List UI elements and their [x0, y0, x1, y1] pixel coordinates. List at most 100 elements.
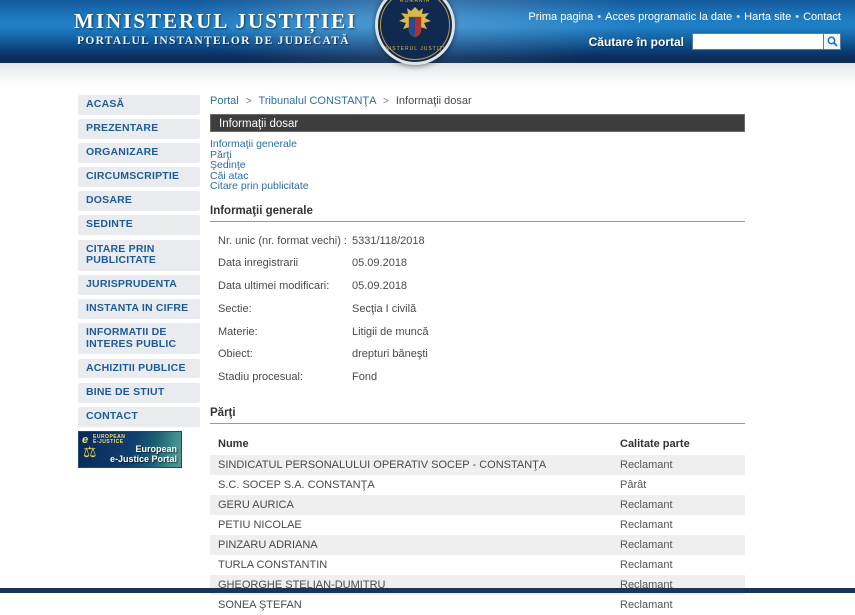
party-role: Reclamant [620, 519, 673, 532]
sidebar-item-bine-de-stiut[interactable]: BINE DE STIUT [78, 383, 200, 403]
nav-separator: • [795, 11, 800, 23]
site-header: MINISTERUL JUSTIȚIEI PORTALUL INSTANȚELO… [0, 0, 855, 65]
coat-of-arms-icon [399, 7, 431, 38]
party-name: S.C. SOCEP S.A. CONSTANŢA [218, 479, 375, 492]
nav-link-harta-site[interactable]: Harta site [744, 11, 791, 23]
party-name: SINDICATUL PERSONALULUI OPERATIV SOCEP -… [218, 459, 547, 472]
nav-separator: • [736, 11, 741, 23]
info-value: Fond [352, 371, 378, 384]
ejustice-logo-text: EUROPEAN E-JUSTICE [93, 434, 126, 446]
info-row-data-inregistrarii: Data inregistrarii 05.09.2018 [210, 257, 745, 280]
party-role: Reclamant [620, 539, 673, 552]
ejustice-caption-line2: e-Justice Portal [109, 453, 177, 464]
seal-bottom-text: MINISTERUL JUSTIȚIEI [377, 46, 453, 52]
breadcrumb-portal[interactable]: Portal [210, 95, 239, 107]
sidebar-item-sedinte[interactable]: SEDINTE [78, 215, 200, 235]
party-role: Reclamant [620, 459, 673, 472]
party-name: SONEA ŞTEFAN [218, 599, 302, 612]
info-row-sectie: Sectie: Secţia I civilă [210, 303, 745, 326]
header-right: Prima pagina • Acces programatic la date • H… [528, 11, 841, 50]
table-row: SINDICATUL PERSONALULUI OPERATIV SOCEP -… [210, 455, 745, 476]
info-row-nr-unic: Nr. unic (nr. format vechi) : 5331/118/2… [210, 235, 745, 258]
link-informatii-generale[interactable]: Informaţii generale [210, 139, 745, 150]
info-row-stadiu: Stadiu procesual: Fond [210, 371, 745, 394]
breadcrumb-current: Informaţii dosar [395, 95, 472, 107]
seal-top-text: ROMANIA [399, 0, 431, 4]
nav-link-acces-programatic[interactable]: Acces programatic la date [605, 11, 732, 23]
party-name: GERU AURICA [218, 499, 294, 512]
breadcrumb: Portal > Tribunalul CONSTANŢA > Informaţ… [210, 95, 745, 110]
info-label: Obiect: [218, 348, 253, 361]
info-value: drepturi băneşti [352, 348, 428, 361]
scales-icon: ⚖ [83, 444, 97, 462]
breadcrumb-separator: > [245, 96, 252, 107]
table-row: SONEA ŞTEFAN Reclamant [210, 595, 745, 615]
sidebar-item-instanta-in-cifre[interactable]: INSTANTA IN CIFRE [78, 299, 200, 319]
table-row: S.C. SOCEP S.A. CONSTANŢA Pârât [210, 475, 745, 495]
info-row-obiect: Obiect: drepturi băneşti [210, 348, 745, 371]
party-role: Reclamant [620, 559, 673, 572]
search-button[interactable] [824, 33, 841, 50]
link-sedinte[interactable]: Şedinţe [210, 160, 745, 171]
general-info-grid: Nr. unic (nr. format vechi) : 5331/118/2… [210, 235, 745, 395]
main-content: Portal > Tribunalul CONSTANŢA > Informaţ… [210, 95, 745, 615]
info-value: 5331/118/2018 [352, 234, 425, 247]
info-value: Secţia I civilă [352, 302, 417, 315]
sidebar-item-informatii-de-interes-public[interactable]: INFORMATII DE INTERES PUBLIC [78, 323, 200, 355]
table-row: PETIU NICOLAE Reclamant [210, 515, 745, 535]
ejustice-portal-banner[interactable]: e EUROPEAN E-JUSTICE ⚖ European e-Justic… [78, 431, 182, 469]
nav-link-prima-pagina[interactable]: Prima pagina [528, 11, 593, 23]
parties-heading: Părţi [210, 407, 745, 425]
general-info-heading: Informaţii generale [210, 205, 745, 222]
party-name: PETIU NICOLAE [218, 519, 302, 532]
sidebar-item-dosare[interactable]: DOSARE [78, 191, 200, 211]
party-role: Reclamant [620, 599, 673, 612]
search-label: Căutare în portal [588, 34, 684, 49]
info-row-materie: Materie: Litigii de muncă [210, 326, 745, 349]
sidebar-item-circumscriptie[interactable]: CIRCUMSCRIPTIE [78, 167, 200, 187]
party-role: Reclamant [620, 499, 673, 512]
table-row: TURLA CONSTANTIN Reclamant [210, 555, 745, 575]
footer-bar [0, 588, 855, 593]
breadcrumb-tribunal[interactable]: Tribunalul CONSTANŢA [259, 95, 376, 107]
table-row: GERU AURICA Reclamant [210, 495, 745, 516]
page-title-bar: Informaţii dosar [210, 114, 745, 132]
info-label: Data ultimei modificari: [218, 280, 330, 293]
sidebar: ACASĂ PREZENTARE ORGANIZARE CIRCUMSCRIPT… [78, 95, 200, 469]
info-label: Data inregistrarii [218, 257, 299, 270]
search-input[interactable] [692, 33, 824, 50]
column-header-nume: Nume [218, 438, 249, 451]
info-label: Stadiu procesual: [218, 371, 303, 384]
info-value: 05.09.2018 [352, 257, 408, 270]
nav-link-contact[interactable]: Contact [803, 11, 841, 23]
site-subtitle: PORTALUL INSTANȚELOR DE JUDECATĂ [77, 35, 350, 47]
info-value: Litigii de muncă [352, 325, 429, 338]
info-label: Materie: [218, 325, 258, 338]
parties-header-row: Nume Calitate parte [210, 433, 745, 455]
party-name: TURLA CONSTANTIN [218, 559, 328, 572]
sidebar-item-prezentare[interactable]: PREZENTARE [78, 119, 200, 139]
nav-separator: • [597, 11, 602, 23]
sidebar-item-contact[interactable]: CONTACT [78, 407, 200, 427]
search-icon [827, 36, 838, 47]
sidebar-item-achizitii-publice[interactable]: ACHIZITII PUBLICE [78, 358, 200, 379]
info-row-data-modificari: Data ultimei modificari: 05.09.2018 [210, 280, 745, 303]
table-row: PINZARU ADRIANA Reclamant [210, 535, 745, 556]
dossier-quick-links: Informaţii generale Părţi Şedinţe Căi at… [210, 139, 745, 192]
breadcrumb-separator: > [382, 96, 389, 107]
sidebar-item-jurisprudenta[interactable]: JURISPRUDENTA [78, 275, 200, 295]
header-fade-strip [0, 63, 855, 87]
info-label: Nr. unic (nr. format vechi) : [218, 234, 347, 247]
info-value: 05.09.2018 [352, 280, 408, 293]
party-name: PINZARU ADRIANA [218, 539, 318, 552]
sidebar-item-citare-prin-publicitate[interactable]: CITARE PRIN PUBLICITATE [78, 239, 200, 271]
ministry-seal-inner: ROMANIA MINISTERUL JUSTIȚIEI [377, 0, 453, 60]
sidebar-item-organizare[interactable]: ORGANIZARE [78, 143, 200, 163]
column-header-calitate: Calitate parte [620, 438, 690, 451]
header-nav: Prima pagina • Acces programatic la date • H… [528, 11, 841, 23]
link-parti[interactable]: Părţi [210, 149, 745, 161]
sidebar-item-acasa[interactable]: ACASĂ [78, 95, 200, 115]
site-title: MINISTERUL JUSTIȚIEI [74, 9, 358, 33]
link-citare-prin-publicitate[interactable]: Citare prin publicitate [210, 181, 745, 192]
info-label: Sectie: [218, 302, 252, 315]
